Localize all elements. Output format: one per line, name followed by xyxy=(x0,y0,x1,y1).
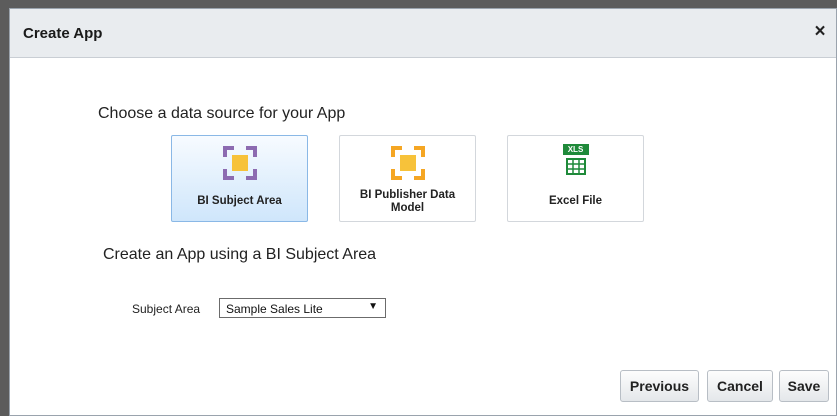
create-app-dialog: Create App × Choose a data source for yo… xyxy=(9,8,837,416)
bi-publisher-data-model-option[interactable]: BI Publisher Data Model xyxy=(339,135,476,222)
xls-badge-text: XLS xyxy=(567,145,584,154)
cancel-button[interactable]: Cancel xyxy=(707,370,773,402)
dialog-title: Create App xyxy=(23,25,103,42)
close-icon[interactable]: × xyxy=(810,21,830,43)
dialog-titlebar: Create App × xyxy=(10,9,836,58)
excel-file-icon: XLS xyxy=(561,144,591,183)
data-source-heading: Choose a data source for your App xyxy=(98,105,346,122)
bi-subject-area-label: BI Subject Area xyxy=(197,195,282,207)
subject-area-icon xyxy=(222,146,257,185)
previous-button[interactable]: Previous xyxy=(620,370,699,402)
subject-area-select[interactable]: Sample Sales Lite ▼ xyxy=(219,298,386,318)
subject-area-heading: Create an App using a BI Subject Area xyxy=(103,246,377,263)
subject-area-value: Sample Sales Lite xyxy=(226,302,323,316)
excel-file-option[interactable]: XLS Excel File xyxy=(507,135,644,222)
data-model-icon xyxy=(390,146,425,185)
excel-file-label: Excel File xyxy=(548,195,603,207)
bi-subject-area-option[interactable]: BI Subject Area xyxy=(171,135,308,222)
bi-publisher-data-model-label: BI Publisher Data Model xyxy=(359,189,456,214)
save-button[interactable]: Save xyxy=(779,370,829,402)
chevron-down-icon: ▼ xyxy=(368,301,378,312)
subject-area-label: Subject Area xyxy=(132,302,201,316)
